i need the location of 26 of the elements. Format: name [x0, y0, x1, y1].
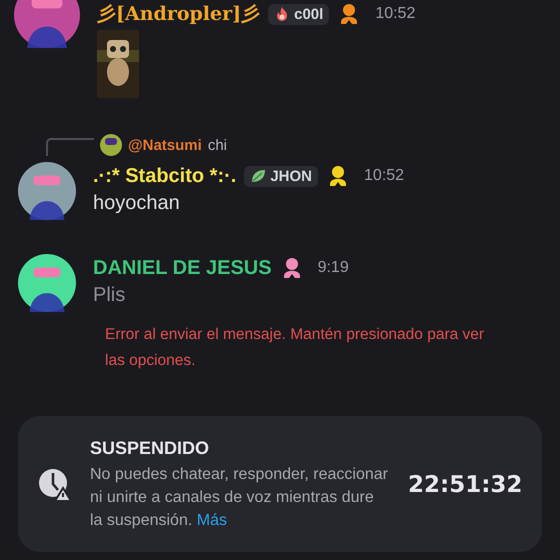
- message-text: Plis: [93, 284, 126, 307]
- avatar[interactable]: [18, 162, 76, 220]
- countdown-timer: 22:51:32: [408, 472, 522, 498]
- avatar[interactable]: [18, 254, 76, 312]
- notice-title: SUSPENDIDO: [90, 438, 210, 459]
- reply-avatar: [100, 134, 122, 156]
- avatar[interactable]: [14, 0, 80, 48]
- leaf-icon: [250, 168, 266, 184]
- guild-tag[interactable]: JHON: [244, 166, 318, 186]
- clock-warning-icon: [38, 468, 72, 502]
- guild-tag[interactable]: c00l: [268, 4, 330, 24]
- notice-text: No puedes chatear, responder, reaccionar ni unirte a canales de voz mientras dure la suspensión. Más: [90, 465, 389, 531]
- author-name[interactable]: .·:* Stabcito *:·.: [93, 164, 236, 188]
- image-attachment[interactable]: [97, 30, 139, 98]
- message-text: hoyochan: [93, 192, 181, 215]
- more-info-link[interactable]: Más: [196, 512, 227, 529]
- error-message: Error al enviar el mensaje. Mantén presionado para ver las opciones.: [105, 325, 486, 371]
- reply-author[interactable]: @Natsumi: [128, 136, 202, 154]
- timestamp: 10:52: [364, 167, 404, 185]
- timestamp: 10:52: [375, 5, 416, 23]
- tag-label: JHON: [270, 168, 312, 184]
- reply-preview: chi: [208, 136, 227, 154]
- timestamp: 9:19: [318, 259, 349, 277]
- author-name[interactable]: 彡[Andropler]彡: [97, 1, 260, 27]
- tag-label: c00l: [294, 6, 324, 22]
- author-name[interactable]: DANIEL DE JESUS: [93, 256, 272, 280]
